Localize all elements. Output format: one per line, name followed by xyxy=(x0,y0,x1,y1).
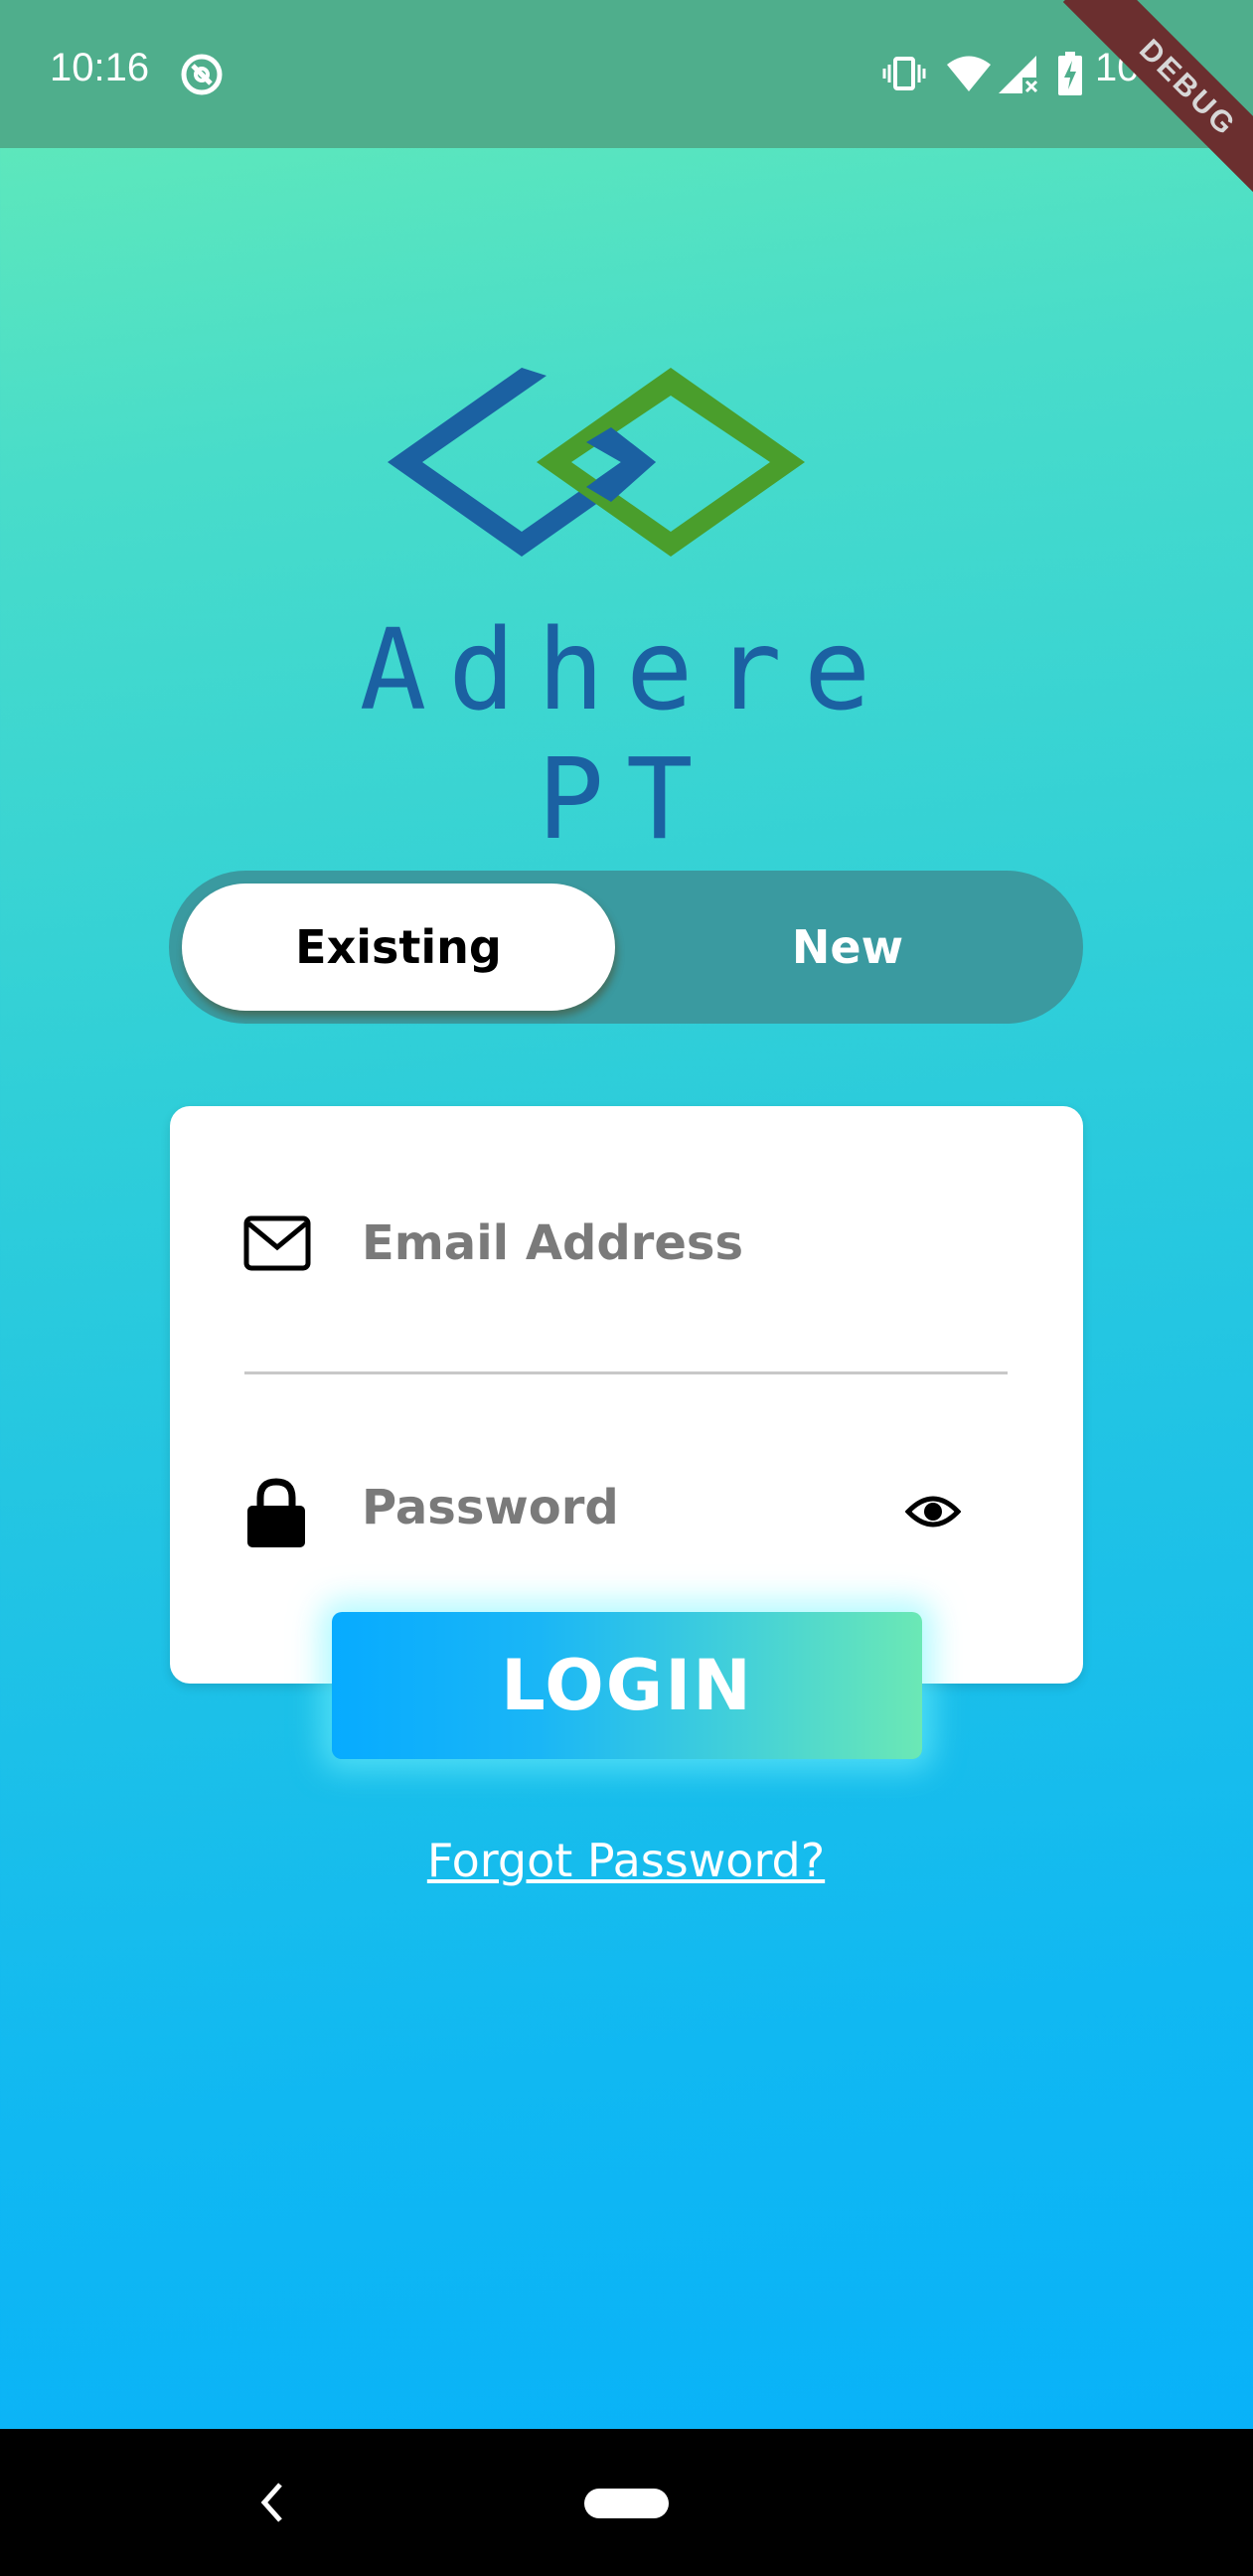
navigation-bar xyxy=(0,2429,1253,2576)
password-field[interactable] xyxy=(362,1468,859,1547)
tab-existing[interactable]: Existing xyxy=(182,884,615,1011)
back-icon[interactable] xyxy=(256,2479,286,2526)
email-field[interactable] xyxy=(362,1204,998,1283)
logo-text: Adhere PT xyxy=(359,606,893,865)
forgot-password-link[interactable]: Forgot Password? xyxy=(328,1834,924,1887)
signal-icon xyxy=(999,56,1038,93)
vibrate-icon xyxy=(882,57,926,90)
email-underline xyxy=(244,1371,1008,1374)
login-card xyxy=(170,1106,1083,1684)
status-time: 10:16 xyxy=(50,46,150,89)
battery-charging-icon xyxy=(1058,52,1082,95)
eye-icon[interactable] xyxy=(905,1492,961,1531)
tab-new[interactable]: New xyxy=(626,884,1069,1011)
home-pill[interactable] xyxy=(584,2489,669,2518)
do-not-disturb-icon xyxy=(181,54,223,95)
lock-icon xyxy=(247,1478,305,1547)
status-bar: 10:16 100% xyxy=(0,0,1253,148)
login-button[interactable]: LOGIN xyxy=(332,1612,922,1759)
auth-toggle: Existing New xyxy=(169,871,1083,1024)
wifi-icon xyxy=(947,56,991,91)
mail-icon xyxy=(243,1215,311,1271)
